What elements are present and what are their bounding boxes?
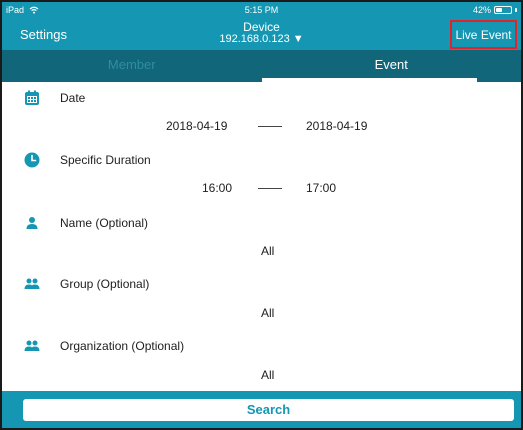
- organization-row: Organization (Optional): [24, 338, 184, 354]
- clock-icon: [24, 152, 40, 168]
- person-icon: [26, 217, 38, 229]
- segmented-tabs: Member Event: [2, 50, 521, 82]
- duration-label: Specific Duration: [60, 153, 151, 167]
- app-frame: iPad 5:15 PM 42% Settings Device 192.168…: [0, 0, 523, 430]
- organization-icon: [24, 340, 40, 351]
- group-value[interactable]: All: [261, 306, 274, 320]
- organization-value[interactable]: All: [261, 368, 274, 382]
- battery-percent: 42%: [472, 5, 491, 15]
- battery-icon: [494, 6, 512, 14]
- start-time-field[interactable]: 16:00: [202, 181, 232, 195]
- start-date-field[interactable]: 2018-04-19: [166, 119, 227, 133]
- device-address: 192.168.0.123 ▼: [219, 33, 304, 45]
- duration-row: Specific Duration: [24, 152, 151, 168]
- name-label: Name (Optional): [60, 216, 149, 230]
- status-time: 5:15 PM: [244, 5, 279, 15]
- calendar-icon: [25, 90, 39, 105]
- live-event-button[interactable]: Live Event: [450, 20, 517, 49]
- group-row: Group (Optional): [24, 276, 149, 292]
- status-right: 42%: [473, 5, 517, 15]
- group-label: Group (Optional): [60, 277, 150, 291]
- device-title: Device: [243, 20, 280, 34]
- search-button[interactable]: Search: [23, 399, 514, 421]
- date-label: Date: [60, 91, 86, 105]
- tab-event[interactable]: Event: [261, 50, 522, 82]
- time-range-divider: [258, 188, 282, 189]
- group-icon: [24, 278, 40, 289]
- device-selector[interactable]: Device 192.168.0.123 ▼: [2, 21, 521, 45]
- battery-tip: [515, 8, 517, 12]
- end-time-field[interactable]: 17:00: [306, 181, 336, 195]
- date-row: Date: [24, 90, 85, 106]
- end-date-field[interactable]: 2018-04-19: [306, 119, 367, 133]
- search-bar: Search: [2, 391, 521, 428]
- tab-member[interactable]: Member: [2, 50, 262, 82]
- status-bar: iPad 5:15 PM 42%: [2, 2, 521, 18]
- organization-label: Organization (Optional): [60, 339, 185, 353]
- battery-fill: [496, 8, 502, 12]
- date-range-divider: [258, 126, 282, 127]
- name-value[interactable]: All: [261, 244, 274, 258]
- nav-bar: Settings Device 192.168.0.123 ▼ Live Eve…: [2, 18, 521, 50]
- name-row: Name (Optional): [24, 215, 148, 231]
